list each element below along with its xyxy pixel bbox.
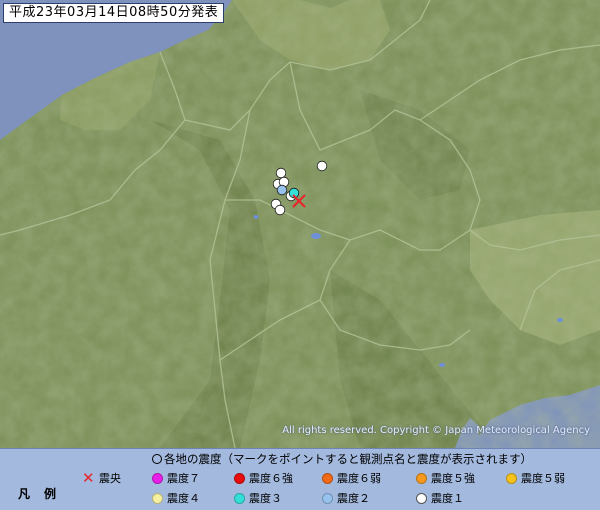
announcement-time: 平成23年03月14日08時50分発表 xyxy=(3,3,225,23)
legend-item-intensity-6-weak: 震度６弱 xyxy=(322,472,381,486)
intensity-dot-icon xyxy=(416,493,427,504)
legend-item-intensity-2: 震度２ xyxy=(322,492,370,506)
legend-item-intensity-6-strong: 震度６強 xyxy=(234,472,293,486)
legend-item-intensity-5-weak: 震度５弱 xyxy=(506,472,565,486)
lake-suwa xyxy=(311,233,321,239)
lake xyxy=(253,215,259,219)
circle-icon xyxy=(152,454,162,464)
legend-item-intensity-5-strong: 震度５強 xyxy=(416,472,475,486)
copyright-notice: All rights reserved. Copyright © Japan M… xyxy=(282,425,590,436)
intensity-dot-icon xyxy=(234,473,245,484)
station-marker[interactable] xyxy=(316,160,328,172)
cross-mark-icon: ✕ xyxy=(82,469,95,487)
legend-item-epicenter: ✕ 震央 xyxy=(82,469,121,487)
intensity-dot-icon xyxy=(322,493,333,504)
intensity-dot-icon xyxy=(152,473,163,484)
intensity-dot-icon xyxy=(322,473,333,484)
lake xyxy=(557,318,563,322)
station-marker[interactable] xyxy=(276,184,288,196)
intensity-dot-icon xyxy=(506,473,517,484)
terrain-map xyxy=(0,0,600,448)
legend-item-intensity-1: 震度１ xyxy=(416,492,464,506)
legend-item-intensity-7: 震度７ xyxy=(152,472,200,486)
station-marker[interactable] xyxy=(275,167,287,179)
legend-item-intensity-4: 震度４ xyxy=(152,492,200,506)
legend-item-intensity-3: 震度３ xyxy=(234,492,282,506)
intensity-dot-icon xyxy=(416,473,427,484)
legend-title: 凡例 xyxy=(18,487,71,501)
legend-header-text: 各地の震度（マークをポイントすると観測点名と震度が表示されます） xyxy=(164,452,532,466)
station-marker[interactable] xyxy=(274,204,286,216)
intensity-dot-icon xyxy=(152,493,163,504)
map-panel: 平成23年03月14日08時50分発表 All rights reserved.… xyxy=(0,0,600,448)
legend-panel: 各地の震度（マークをポイントすると観測点名と震度が表示されます） 凡例 ✕ 震央 … xyxy=(0,448,600,510)
intensity-dot-icon xyxy=(234,493,245,504)
legend-header: 各地の震度（マークをポイントすると観測点名と震度が表示されます） xyxy=(152,452,532,466)
lake xyxy=(439,363,445,367)
